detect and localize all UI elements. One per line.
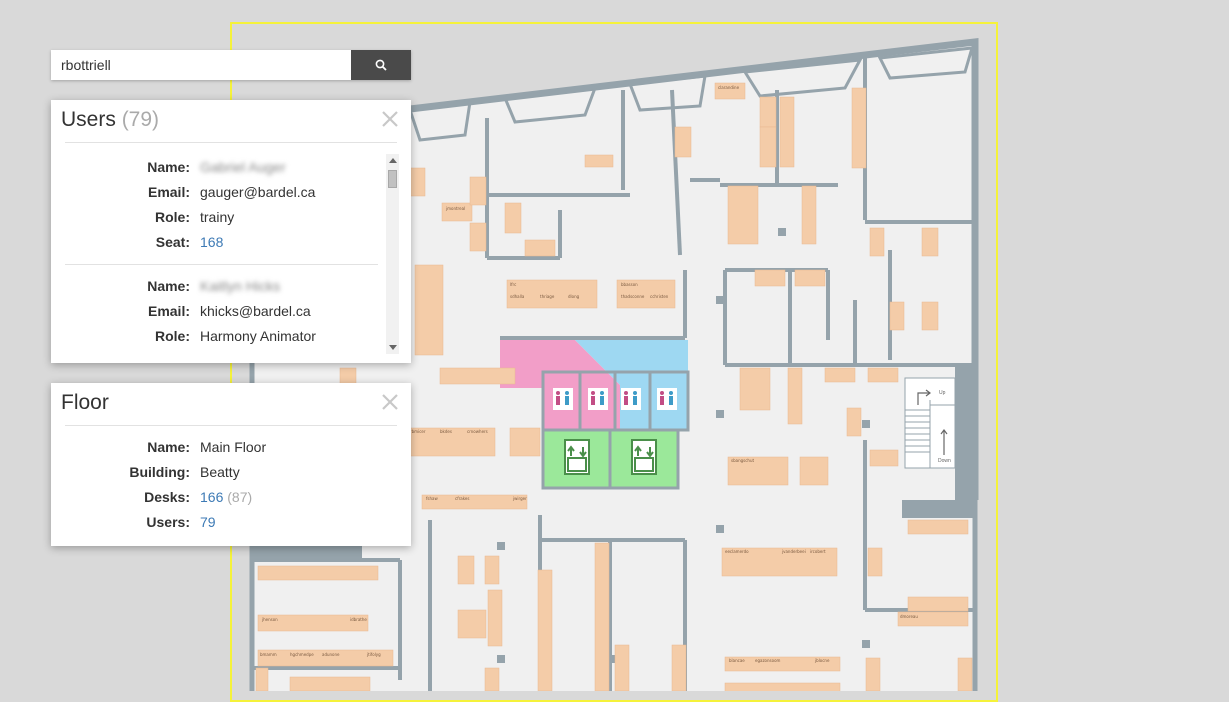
svg-text:cfrakes: cfrakes xyxy=(455,496,469,501)
svg-text:eeclamerdo: eeclamerdo xyxy=(725,549,749,554)
user-email: gauger@bardel.ca xyxy=(200,183,316,200)
svg-text:idbrathe: idbrathe xyxy=(350,617,367,622)
svg-text:jhenson: jhenson xyxy=(261,617,278,622)
users-list[interactable]: Name: Gabriel Auger Email: gauger@bardel.c… xyxy=(65,154,386,354)
building-label: Building: xyxy=(129,463,190,480)
panel-divider xyxy=(65,142,397,143)
svg-text:jblocne: jblocne xyxy=(814,658,830,663)
user-record: Name: Kaitlyn Hicks Email: khicks@bardel.c… xyxy=(65,273,386,355)
search-input[interactable] xyxy=(51,50,351,80)
floor-name: Main Floor xyxy=(200,438,267,455)
user-separator xyxy=(65,264,378,265)
user-role: Harmony Animator xyxy=(200,327,316,344)
svg-text:bkdes: bkdes xyxy=(440,429,452,434)
seat-label: Seat: xyxy=(155,233,190,250)
user-name: Kaitlyn Hicks xyxy=(200,277,281,294)
svg-text:bmamm: bmamm xyxy=(260,652,277,657)
svg-text:cchristen: cchristen xyxy=(650,294,669,299)
name-label: Name: xyxy=(147,277,190,294)
svg-text:hgchmedpe: hgchmedpe xyxy=(290,652,314,657)
floor-details: Name: Main Floor Building: Beatty Desks: 16… xyxy=(65,434,395,534)
scroll-down-icon[interactable] xyxy=(389,345,397,350)
desks-count-link[interactable]: 166 xyxy=(200,489,223,505)
seat-label: Seat: xyxy=(65,353,200,355)
scroll-up-icon[interactable] xyxy=(389,158,397,163)
svg-text:lfrc: lfrc xyxy=(510,282,516,287)
desks-label: Desks: xyxy=(144,488,190,505)
search-icon xyxy=(375,59,387,71)
users-title-text: Users xyxy=(61,108,116,131)
email-label: Email: xyxy=(147,302,190,319)
search-button[interactable] xyxy=(351,50,411,80)
stairs-up-label: Up xyxy=(939,390,946,396)
users-scrollbar[interactable] xyxy=(386,154,399,354)
svg-text:crnowhers: crnowhers xyxy=(467,429,488,434)
user-role: trainy xyxy=(200,208,235,225)
svg-text:jmontreal: jmontreal xyxy=(445,206,465,211)
desks-extra-count: (87) xyxy=(227,488,253,505)
user-seat-link[interactable]: 168 xyxy=(200,234,223,250)
svg-text:clarandine: clarandine xyxy=(718,85,740,90)
svg-text:jwirger: jwirger xyxy=(512,496,527,501)
users-panel: Users (79) Name: Gabriel Auger Email: gaug… xyxy=(51,100,411,363)
svg-text:adunone: adunone xyxy=(322,652,340,657)
search-bar xyxy=(51,50,411,80)
user-email: khicks@bardel.ca xyxy=(200,302,311,319)
email-label: Email: xyxy=(147,183,190,200)
floor-panel: Floor Name: Main Floor Building: Beatty De… xyxy=(51,383,411,546)
svg-text:dmoreau: dmoreau xyxy=(900,614,918,619)
svg-text:bbasson: bbasson xyxy=(621,282,638,287)
svg-text:jvanderbeei: jvanderbeei xyxy=(781,549,806,554)
name-label: Name: xyxy=(147,158,190,175)
users-count-link[interactable]: 79 xyxy=(200,514,216,530)
svg-text:rbmicer: rbmicer xyxy=(410,429,426,434)
svg-text:dlong: dlong xyxy=(568,294,580,299)
users-count: (79) xyxy=(121,108,160,131)
stairs xyxy=(904,377,956,469)
svg-text:thriage: thriage xyxy=(540,294,555,299)
svg-text:sbangschut: sbangschut xyxy=(731,458,755,463)
svg-text:ircobert: ircobert xyxy=(810,549,826,554)
svg-text:jtifolyg: jtifolyg xyxy=(366,652,381,657)
scroll-thumb[interactable] xyxy=(388,170,397,188)
svg-text:egazonsoom: egazonsoom xyxy=(755,658,781,663)
svg-text:sdhalla: sdhalla xyxy=(510,294,525,299)
floor-name-label: Name: xyxy=(147,438,190,455)
role-label: Role: xyxy=(155,208,190,225)
user-record: Name: Gabriel Auger Email: gauger@bardel.c… xyxy=(65,154,386,260)
user-seat-link[interactable]: 166 xyxy=(200,353,223,355)
close-icon[interactable] xyxy=(381,110,399,128)
role-label: Role: xyxy=(155,327,190,344)
users-panel-title: Users (79) xyxy=(61,108,159,132)
panel-divider xyxy=(65,425,397,426)
svg-text:blancae: blancae xyxy=(729,658,745,663)
building-name: Beatty xyxy=(200,463,240,480)
user-name: Gabriel Auger xyxy=(200,158,286,175)
svg-text:thadsconne: thadsconne xyxy=(621,294,645,299)
svg-text:fshaw: fshaw xyxy=(426,496,438,501)
floor-panel-title: Floor xyxy=(61,391,109,414)
close-icon[interactable] xyxy=(381,393,399,411)
stairs-down-label: Down xyxy=(938,458,951,464)
users-label: Users: xyxy=(146,513,190,530)
